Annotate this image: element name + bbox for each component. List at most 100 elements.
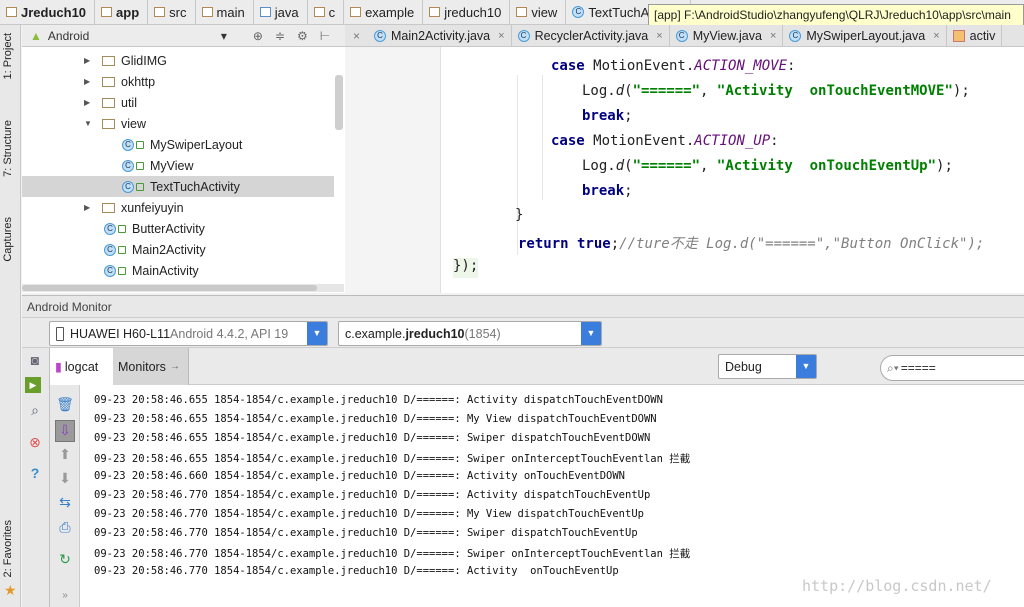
editor-tab[interactable]: activ <box>947 25 1003 46</box>
log-level-select[interactable]: Debug ▼ <box>718 354 817 379</box>
chevron-down-icon: ▾ <box>220 28 227 43</box>
star-icon: ★ <box>4 582 17 598</box>
arrow-down-icon[interactable]: ⬇ <box>55 469 75 487</box>
indent-guide <box>542 75 543 150</box>
log-line: 09-23 20:58:46.770 1854-1854/c.example.j… <box>94 489 651 501</box>
project-view-dropdown[interactable]: Android ▾ <box>48 29 233 43</box>
scroll-to-end-icon[interactable]: ⇩ <box>55 420 75 442</box>
class-icon: C <box>572 6 585 18</box>
chevron-down-icon: ▼ <box>581 322 601 345</box>
device-select[interactable]: HUAWEI H60-L11 Android 4.4.2, API 19 ▼ <box>49 321 328 346</box>
access-icon <box>118 266 126 275</box>
tree-hscrollbar[interactable] <box>22 284 344 292</box>
log-line: 09-23 20:58:46.770 1854-1854/c.example.j… <box>94 508 644 520</box>
chevron-right-icon[interactable]: ▶ <box>84 98 94 107</box>
folder-icon <box>429 7 441 17</box>
editor-tab[interactable]: C MyView.java × <box>670 25 784 46</box>
tool-window-captures[interactable]: Captures <box>2 217 14 262</box>
breadcrumb-item[interactable]: java <box>254 0 308 24</box>
breadcrumb-item[interactable]: jreduch10 <box>423 0 511 24</box>
editor-tabs: × C Main2Activity.java × C RecyclerActivity.… <box>345 25 1024 47</box>
chevron-right-icon[interactable]: ▶ <box>84 56 94 65</box>
breadcrumb-item[interactable]: Jreduch10 <box>0 0 96 24</box>
editor-tab[interactable]: C RecyclerActivity.java × <box>512 25 670 46</box>
breadcrumb-item[interactable]: main <box>196 0 254 24</box>
path-tooltip: [app] F:\AndroidStudio\zhangyufeng\QLRJ\… <box>648 4 1024 26</box>
pin-icon: → <box>169 361 180 372</box>
logcat-side-toolbar: 🗑 ⇩ ⬆ ⬇ ⇆ ⎙ ↻ » <box>50 385 80 607</box>
class-icon: C <box>104 264 116 277</box>
log-search-input[interactable]: ⌕▾ ===== <box>880 355 1024 381</box>
inspect-icon[interactable]: ⌕ <box>25 401 45 419</box>
close-icon[interactable]: × <box>933 30 939 42</box>
indent-guide <box>517 75 518 255</box>
breadcrumb-item[interactable]: src <box>148 0 196 24</box>
help-icon[interactable]: ? <box>25 464 45 482</box>
chevron-down-icon[interactable]: ▼ <box>84 119 94 128</box>
process-select[interactable]: c.example. jreduch10 (1854) ▼ <box>338 321 602 346</box>
tool-window-favorites[interactable]: 2: Favorites <box>2 520 14 577</box>
trash-icon[interactable]: 🗑 <box>55 395 75 413</box>
search-icon: ⌕▾ <box>887 360 899 375</box>
tree-item[interactable]: C MainActivity <box>22 260 334 281</box>
tree-item[interactable]: ▶ GlidIMG <box>22 50 334 71</box>
breadcrumb-item[interactable]: example <box>344 0 424 24</box>
chevron-right-icon[interactable]: ▶ <box>84 77 94 86</box>
breadcrumb-item[interactable]: app <box>95 0 149 24</box>
tree-item[interactable]: ▶ xunfeiyuyin <box>22 197 334 218</box>
record-icon[interactable]: ▶ <box>25 377 41 393</box>
editor-tab[interactable]: C Main2Activity.java × <box>368 25 512 46</box>
tree-item[interactable]: C Main2Activity <box>22 239 334 260</box>
close-icon[interactable]: × <box>345 29 368 43</box>
restart-icon[interactable]: ↻ <box>55 550 75 568</box>
access-icon <box>118 224 126 233</box>
collapse-icon[interactable]: ≑ <box>275 29 285 43</box>
folder-icon <box>201 7 213 17</box>
chevron-down-icon: ▼ <box>307 322 327 345</box>
hide-icon[interactable]: ⊢ <box>320 29 330 43</box>
folder-icon <box>154 7 166 17</box>
android-icon: ▲ <box>30 28 42 43</box>
editor-tab[interactable]: C MySwiperLayout.java × <box>783 25 947 46</box>
close-icon[interactable]: × <box>770 30 776 42</box>
tree-item[interactable]: C MyView <box>22 155 334 176</box>
camera-icon[interactable]: ◙ <box>25 351 45 369</box>
class-icon: C <box>122 138 134 151</box>
close-icon[interactable]: × <box>498 30 504 42</box>
tree-item[interactable]: C ButterActivity <box>22 218 334 239</box>
tool-window-structure[interactable]: 7: Structure <box>2 120 14 177</box>
log-line: 09-23 20:58:46.655 1854-1854/c.example.j… <box>94 432 651 444</box>
print-icon[interactable]: ⎙ <box>55 518 75 536</box>
folder-icon <box>102 97 115 108</box>
tree-item[interactable]: ▶ okhttp <box>22 71 334 92</box>
tool-window-project[interactable]: 1: Project <box>2 33 14 79</box>
folder-icon <box>102 202 115 213</box>
tree-item[interactable]: ▶ util <box>22 92 334 113</box>
arrow-up-icon[interactable]: ⬆ <box>55 445 75 463</box>
tab-monitors[interactable]: Monitors → <box>113 348 189 385</box>
tab-logcat[interactable]: ▮ logcat <box>50 348 113 385</box>
tree-scrollbar[interactable] <box>335 75 343 130</box>
breadcrumb-item[interactable]: c <box>308 0 345 24</box>
tree-item[interactable]: C MySwiperLayout <box>22 134 334 155</box>
access-icon <box>118 245 126 254</box>
code-line: return true;//ture不走 Log.d("======","But… <box>518 236 985 252</box>
code-line: break; <box>582 108 633 124</box>
tree-item[interactable]: C TextTuchActivity <box>22 176 334 197</box>
code-line: } <box>515 207 524 223</box>
folder-icon <box>350 7 362 17</box>
class-icon: C <box>675 29 688 42</box>
breadcrumb-item[interactable]: view <box>510 0 567 24</box>
locate-icon[interactable]: ⊕ <box>253 29 263 43</box>
close-icon[interactable]: × <box>656 30 662 42</box>
soft-wrap-icon[interactable]: ⇆ <box>55 493 75 511</box>
gear-icon[interactable]: ⚙ <box>297 29 308 43</box>
class-icon: C <box>104 222 116 235</box>
tree-item[interactable]: ▼ view <box>22 113 334 134</box>
class-icon: C <box>104 243 116 256</box>
more-icon[interactable]: » <box>55 587 75 605</box>
log-line: 09-23 20:58:46.770 1854-1854/c.example.j… <box>94 548 691 560</box>
error-icon[interactable]: ⊗ <box>25 433 45 451</box>
class-icon: C <box>122 159 134 172</box>
chevron-right-icon[interactable]: ▶ <box>84 203 94 212</box>
